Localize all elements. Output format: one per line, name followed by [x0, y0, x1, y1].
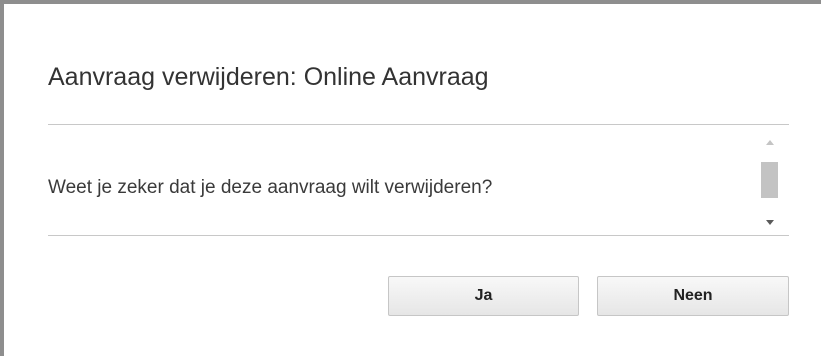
scroll-down-arrow-icon — [765, 219, 774, 225]
dialog-message: Weet je zeker dat je deze aanvraag wilt … — [48, 177, 493, 198]
scroll-down-button[interactable] — [760, 212, 779, 232]
divider — [48, 124, 789, 125]
delete-confirm-dialog: Aanvraag verwijderen: Online Aanvraag We… — [4, 4, 821, 356]
dialog-title: Aanvraag verwijderen: Online Aanvraag — [48, 63, 489, 91]
message-scrollbar[interactable] — [760, 132, 779, 232]
scroll-up-arrow-icon — [765, 139, 774, 145]
scroll-up-button[interactable] — [760, 132, 779, 152]
scrollbar-thumb[interactable] — [761, 162, 778, 198]
yes-button[interactable]: Ja — [388, 276, 579, 316]
divider — [48, 235, 789, 236]
no-button[interactable]: Neen — [597, 276, 789, 316]
